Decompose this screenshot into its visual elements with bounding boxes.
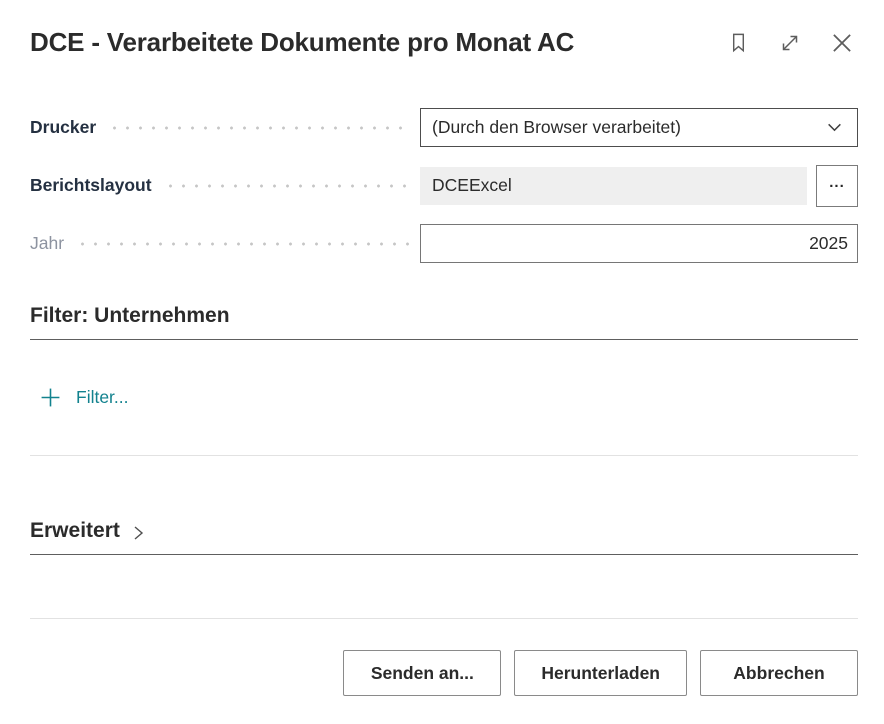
dotted-leader	[164, 166, 410, 205]
field-row-drucker: Drucker (Durch den Browser verarbeitet)	[30, 108, 858, 147]
berichtslayout-value-field[interactable]: DCEExcel	[420, 167, 807, 205]
footer-divider	[30, 618, 858, 619]
dialog-header: DCE - Verarbeitete Dokumente pro Monat A…	[30, 27, 858, 58]
expand-icon[interactable]	[776, 29, 804, 57]
drucker-value: (Durch den Browser verarbeitet)	[432, 117, 681, 138]
berichtslayout-lookup-button[interactable]: ...	[816, 165, 858, 207]
dotted-leader	[108, 108, 410, 147]
plus-icon	[40, 387, 61, 408]
berichtslayout-value: DCEExcel	[432, 175, 512, 196]
jahr-label: Jahr	[30, 233, 64, 254]
report-request-dialog: DCE - Verarbeitete Dokumente pro Monat A…	[0, 27, 884, 696]
filter-section-title: Filter: Unternehmen	[30, 304, 230, 328]
jahr-input[interactable]	[420, 224, 858, 263]
options-form: Drucker (Durch den Browser verarbeitet) …	[30, 108, 858, 263]
add-filter-label: Filter...	[76, 387, 129, 408]
add-filter-button[interactable]: Filter...	[30, 387, 129, 408]
field-row-jahr: Jahr	[30, 224, 858, 263]
berichtslayout-label: Berichtslayout	[30, 175, 152, 196]
advanced-section-toggle[interactable]: Erweitert	[30, 519, 858, 555]
page-title: DCE - Verarbeitete Dokumente pro Monat A…	[30, 27, 574, 58]
drucker-dropdown[interactable]: (Durch den Browser verarbeitet)	[420, 108, 858, 147]
header-icon-group	[724, 29, 858, 57]
dialog-footer: Senden an... Herunterladen Abbrechen	[30, 650, 858, 696]
download-button[interactable]: Herunterladen	[514, 650, 687, 696]
field-row-berichtslayout: Berichtslayout DCEExcel ...	[30, 166, 858, 205]
chevron-down-icon	[826, 119, 843, 136]
filter-section-header: Filter: Unternehmen	[30, 304, 858, 340]
send-to-button[interactable]: Senden an...	[343, 650, 501, 696]
bookmark-icon[interactable]	[724, 29, 752, 57]
chevron-right-icon	[130, 524, 146, 542]
dotted-leader	[76, 224, 410, 263]
close-icon[interactable]	[828, 29, 856, 57]
cancel-button[interactable]: Abbrechen	[700, 650, 858, 696]
drucker-label: Drucker	[30, 117, 96, 138]
section-divider	[30, 455, 858, 456]
advanced-section-title: Erweitert	[30, 519, 120, 543]
